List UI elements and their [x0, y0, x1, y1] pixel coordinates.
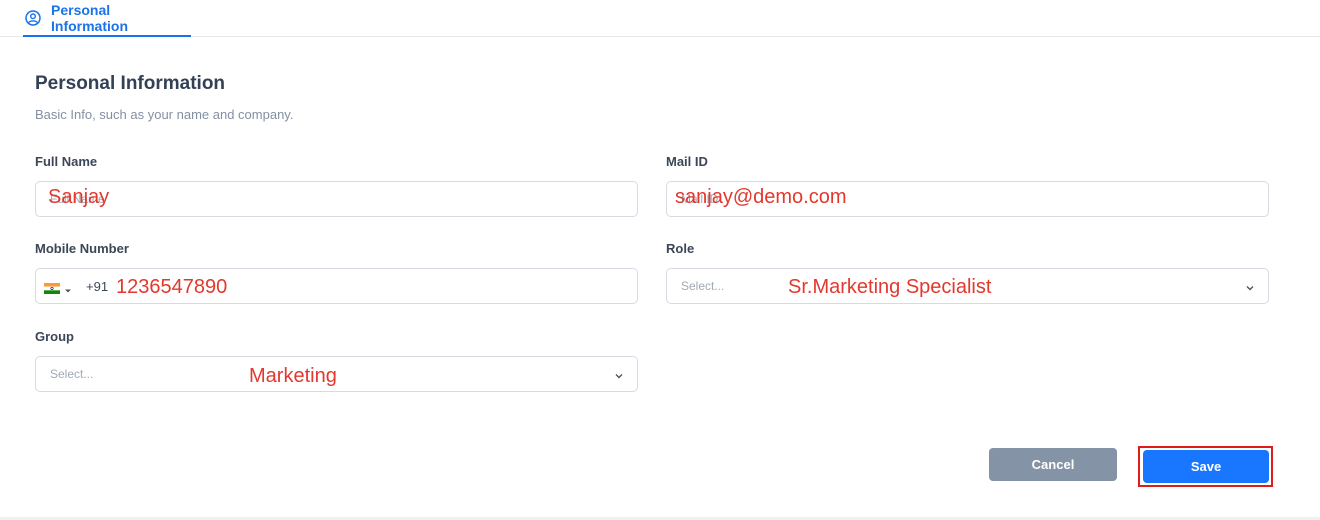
page-title: Personal Information: [35, 73, 226, 94]
full-name-label: Full Name: [35, 154, 98, 169]
page-subtitle: Basic Info, such as your name and compan…: [35, 107, 294, 122]
tab-personal-information[interactable]: Personal Information: [23, 0, 191, 37]
mail-id-value: sanjay@demo.com: [675, 186, 847, 208]
role-value: Sr.Marketing Specialist: [788, 276, 992, 298]
role-label: Role: [666, 241, 695, 256]
full-name-value: Sanjay: [48, 186, 110, 208]
group-placeholder: Select...: [50, 367, 94, 381]
mobile-number-value: 1236547890: [116, 276, 228, 298]
caret-down-icon: [64, 282, 72, 293]
mail-id-label: Mail ID: [666, 154, 708, 169]
india-flag-icon: [44, 281, 60, 294]
country-code-selector[interactable]: +91: [44, 269, 108, 303]
tab-bar: Personal Information: [0, 0, 1320, 37]
cancel-button[interactable]: Cancel: [989, 448, 1117, 481]
tab-label: Personal Information: [51, 1, 128, 34]
save-button[interactable]: Save: [1143, 450, 1269, 483]
chevron-down-icon: [1245, 280, 1255, 291]
chevron-down-icon: [614, 368, 624, 379]
group-label: Group: [35, 329, 74, 344]
full-name-field[interactable]: Full Name: [35, 181, 638, 217]
user-circle-icon: [25, 9, 41, 26]
group-value: Marketing: [249, 365, 337, 387]
dial-code: +91: [86, 278, 109, 294]
mobile-number-label: Mobile Number: [35, 241, 129, 256]
role-placeholder: Select...: [681, 279, 725, 293]
personal-information-page: Personal Information Personal Informatio…: [0, 0, 1320, 520]
